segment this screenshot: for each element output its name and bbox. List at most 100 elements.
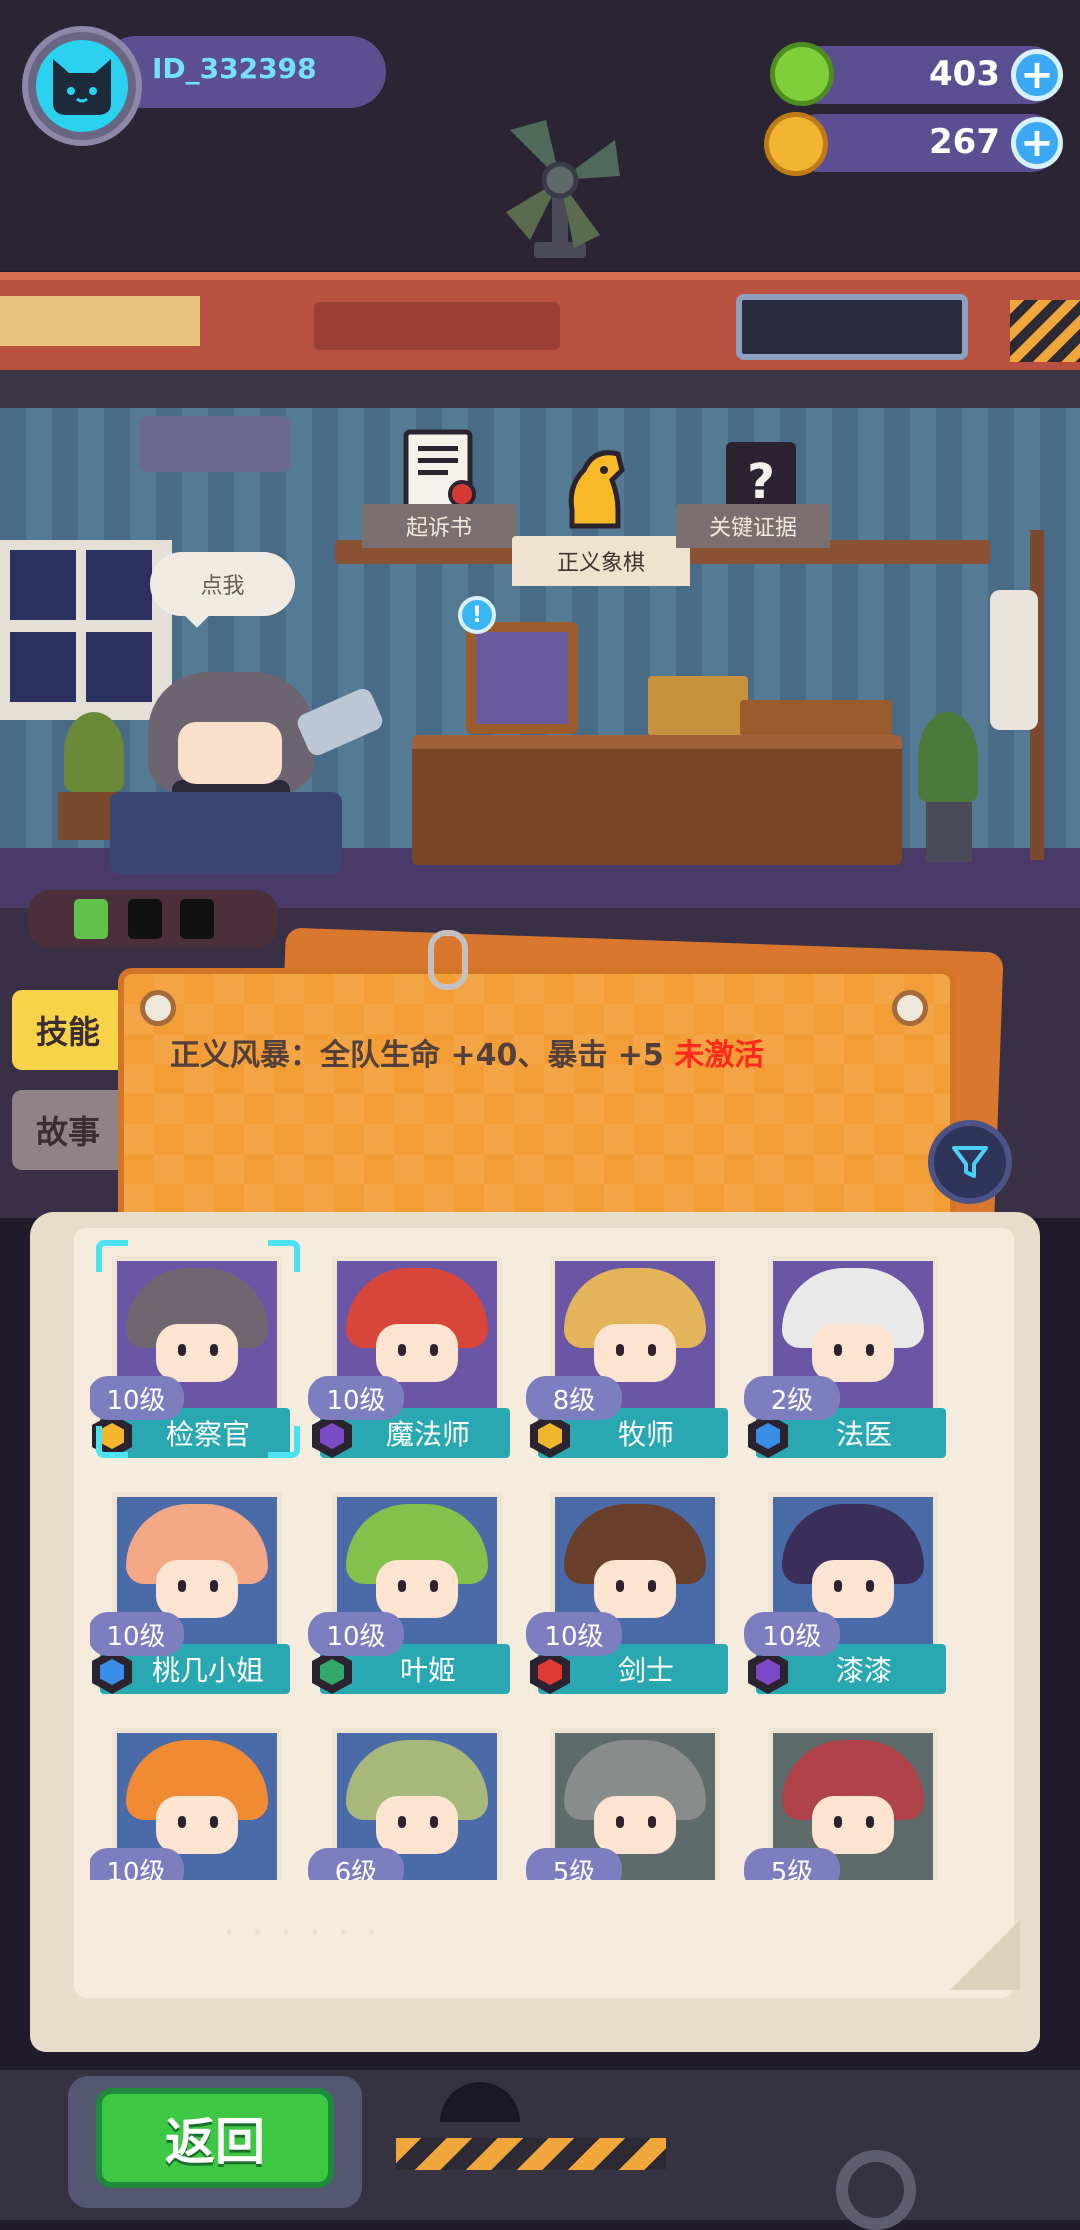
tab-justice-chess[interactable]: 正义象棋 xyxy=(512,536,690,586)
character-eye xyxy=(430,1344,438,1356)
character-grid: 检察官 10级 魔法师 10级 牧师 8级 法医 2级桃几小姐 10级 叶姬 10级 剑士 10级 漆漆 1… xyxy=(90,1240,990,1880)
character-level: 8级 xyxy=(526,1376,622,1420)
character-eye xyxy=(866,1344,874,1356)
empty-battery-icon xyxy=(180,899,214,939)
pin-icon xyxy=(140,990,176,1026)
chess-knight-icon[interactable] xyxy=(548,440,644,536)
class-badge-inner xyxy=(756,1659,780,1685)
character-eye xyxy=(430,1816,438,1828)
character-card[interactable]: 牧师 8级 xyxy=(526,1240,728,1458)
gear-icon xyxy=(836,2150,916,2230)
machine-base xyxy=(0,370,1080,408)
tab-indictment[interactable]: 起诉书 xyxy=(362,504,516,548)
tab-story[interactable]: 故事 xyxy=(12,1090,124,1170)
character-eye xyxy=(648,1344,656,1356)
character-eye xyxy=(398,1344,406,1356)
character-level: 5级 xyxy=(744,1848,840,1880)
planet-coin-icon xyxy=(764,112,828,176)
class-badge-inner xyxy=(320,1659,344,1685)
character-level: 10级 xyxy=(308,1612,404,1656)
character-face xyxy=(812,1796,894,1854)
character-eye xyxy=(648,1816,656,1828)
character-face xyxy=(376,1560,458,1618)
character-level: 10级 xyxy=(90,1848,184,1880)
character-face xyxy=(156,1796,238,1854)
filter-button[interactable] xyxy=(928,1120,1012,1204)
pin-icon xyxy=(892,990,928,1026)
empty-battery-icon xyxy=(128,899,162,939)
character-card[interactable]: 6级 xyxy=(308,1712,510,1880)
character-card[interactable]: 桃几小姐 10级 xyxy=(90,1476,290,1694)
green-gem-icon xyxy=(770,42,834,106)
book-footer-text: · · · · · · xyxy=(225,1918,382,1948)
character-eye xyxy=(178,1580,186,1592)
character-card[interactable]: 漆漆 10级 xyxy=(744,1476,946,1694)
add-gem-button[interactable]: + xyxy=(1011,49,1063,101)
character-level: 10级 xyxy=(744,1612,840,1656)
character-card[interactable]: 法医 2级 xyxy=(744,1240,946,1458)
class-badge-inner xyxy=(320,1423,344,1449)
character-eye xyxy=(210,1344,218,1356)
skill-description: 正义风暴：全队生命 +40、暴击 +5 未激活 xyxy=(170,1030,764,1074)
fan-icon xyxy=(506,120,620,258)
tap-me-bubble[interactable]: 点我 xyxy=(150,552,295,616)
skill-status: 未激活 xyxy=(674,1038,765,1073)
charged-battery-icon xyxy=(74,899,108,939)
character-face xyxy=(376,1796,458,1854)
character-face xyxy=(812,1560,894,1618)
character-eye xyxy=(178,1344,186,1356)
cat-face-icon xyxy=(36,40,128,132)
skill-board xyxy=(118,968,956,1228)
character-face xyxy=(376,1324,458,1382)
character-level: 5级 xyxy=(526,1848,622,1880)
character-eye xyxy=(834,1344,842,1356)
skill-effect-text: 正义风暴：全队生命 +40、暴击 +5 xyxy=(170,1038,664,1073)
character-card[interactable]: 5级 xyxy=(744,1712,946,1880)
add-coin-button[interactable]: + xyxy=(1011,117,1063,169)
picture-frame xyxy=(466,622,578,734)
briefcase xyxy=(740,700,892,736)
class-badge-inner xyxy=(100,1659,124,1685)
character-level: 2级 xyxy=(744,1376,840,1420)
character-face xyxy=(594,1324,676,1382)
character-eye xyxy=(834,1580,842,1592)
tab-key-evidence[interactable]: 关键证据 xyxy=(676,504,830,548)
character-card[interactable]: 10级 xyxy=(90,1712,290,1880)
back-button[interactable]: 返回 xyxy=(96,2088,334,2188)
player-id-text: ID_332398 xyxy=(152,52,317,85)
character-eye xyxy=(398,1816,406,1828)
indictment-document-icon[interactable] xyxy=(398,426,484,512)
character-eye xyxy=(398,1580,406,1592)
character-face xyxy=(156,1560,238,1618)
character-card[interactable]: 魔法师 10级 xyxy=(308,1240,510,1458)
class-badge-inner xyxy=(538,1423,562,1449)
character-card[interactable]: 5级 xyxy=(526,1712,728,1880)
tab-skill[interactable]: 技能 xyxy=(12,990,124,1070)
character-level: 10级 xyxy=(90,1376,184,1420)
character-card[interactable]: 叶姬 10级 xyxy=(308,1476,510,1694)
character-eye xyxy=(616,1580,624,1592)
player-avatar[interactable] xyxy=(22,26,142,146)
class-badge-inner xyxy=(756,1423,780,1449)
character-card[interactable]: 检察官 10级 xyxy=(90,1240,300,1458)
selection-corner xyxy=(268,1240,300,1272)
character-eye xyxy=(430,1580,438,1592)
character-desk[interactable] xyxy=(110,792,342,874)
coat xyxy=(990,590,1038,730)
paper-clip-icon xyxy=(428,930,468,990)
svg-text:?: ? xyxy=(747,454,775,510)
selection-corner xyxy=(96,1240,128,1272)
room-window xyxy=(0,540,172,720)
coin-count: 267 xyxy=(929,122,1000,162)
character-face xyxy=(156,1324,238,1382)
character-level: 10级 xyxy=(308,1376,404,1420)
exclamation-icon[interactable]: ! xyxy=(458,596,496,634)
character-level: 10级 xyxy=(526,1612,622,1656)
character-eye xyxy=(616,1344,624,1356)
selection-corner xyxy=(96,1426,128,1458)
character-eye xyxy=(178,1816,186,1828)
character-face xyxy=(812,1324,894,1382)
character-eye xyxy=(834,1816,842,1828)
character-level: 6级 xyxy=(308,1848,404,1880)
character-card[interactable]: 剑士 10级 xyxy=(526,1476,728,1694)
